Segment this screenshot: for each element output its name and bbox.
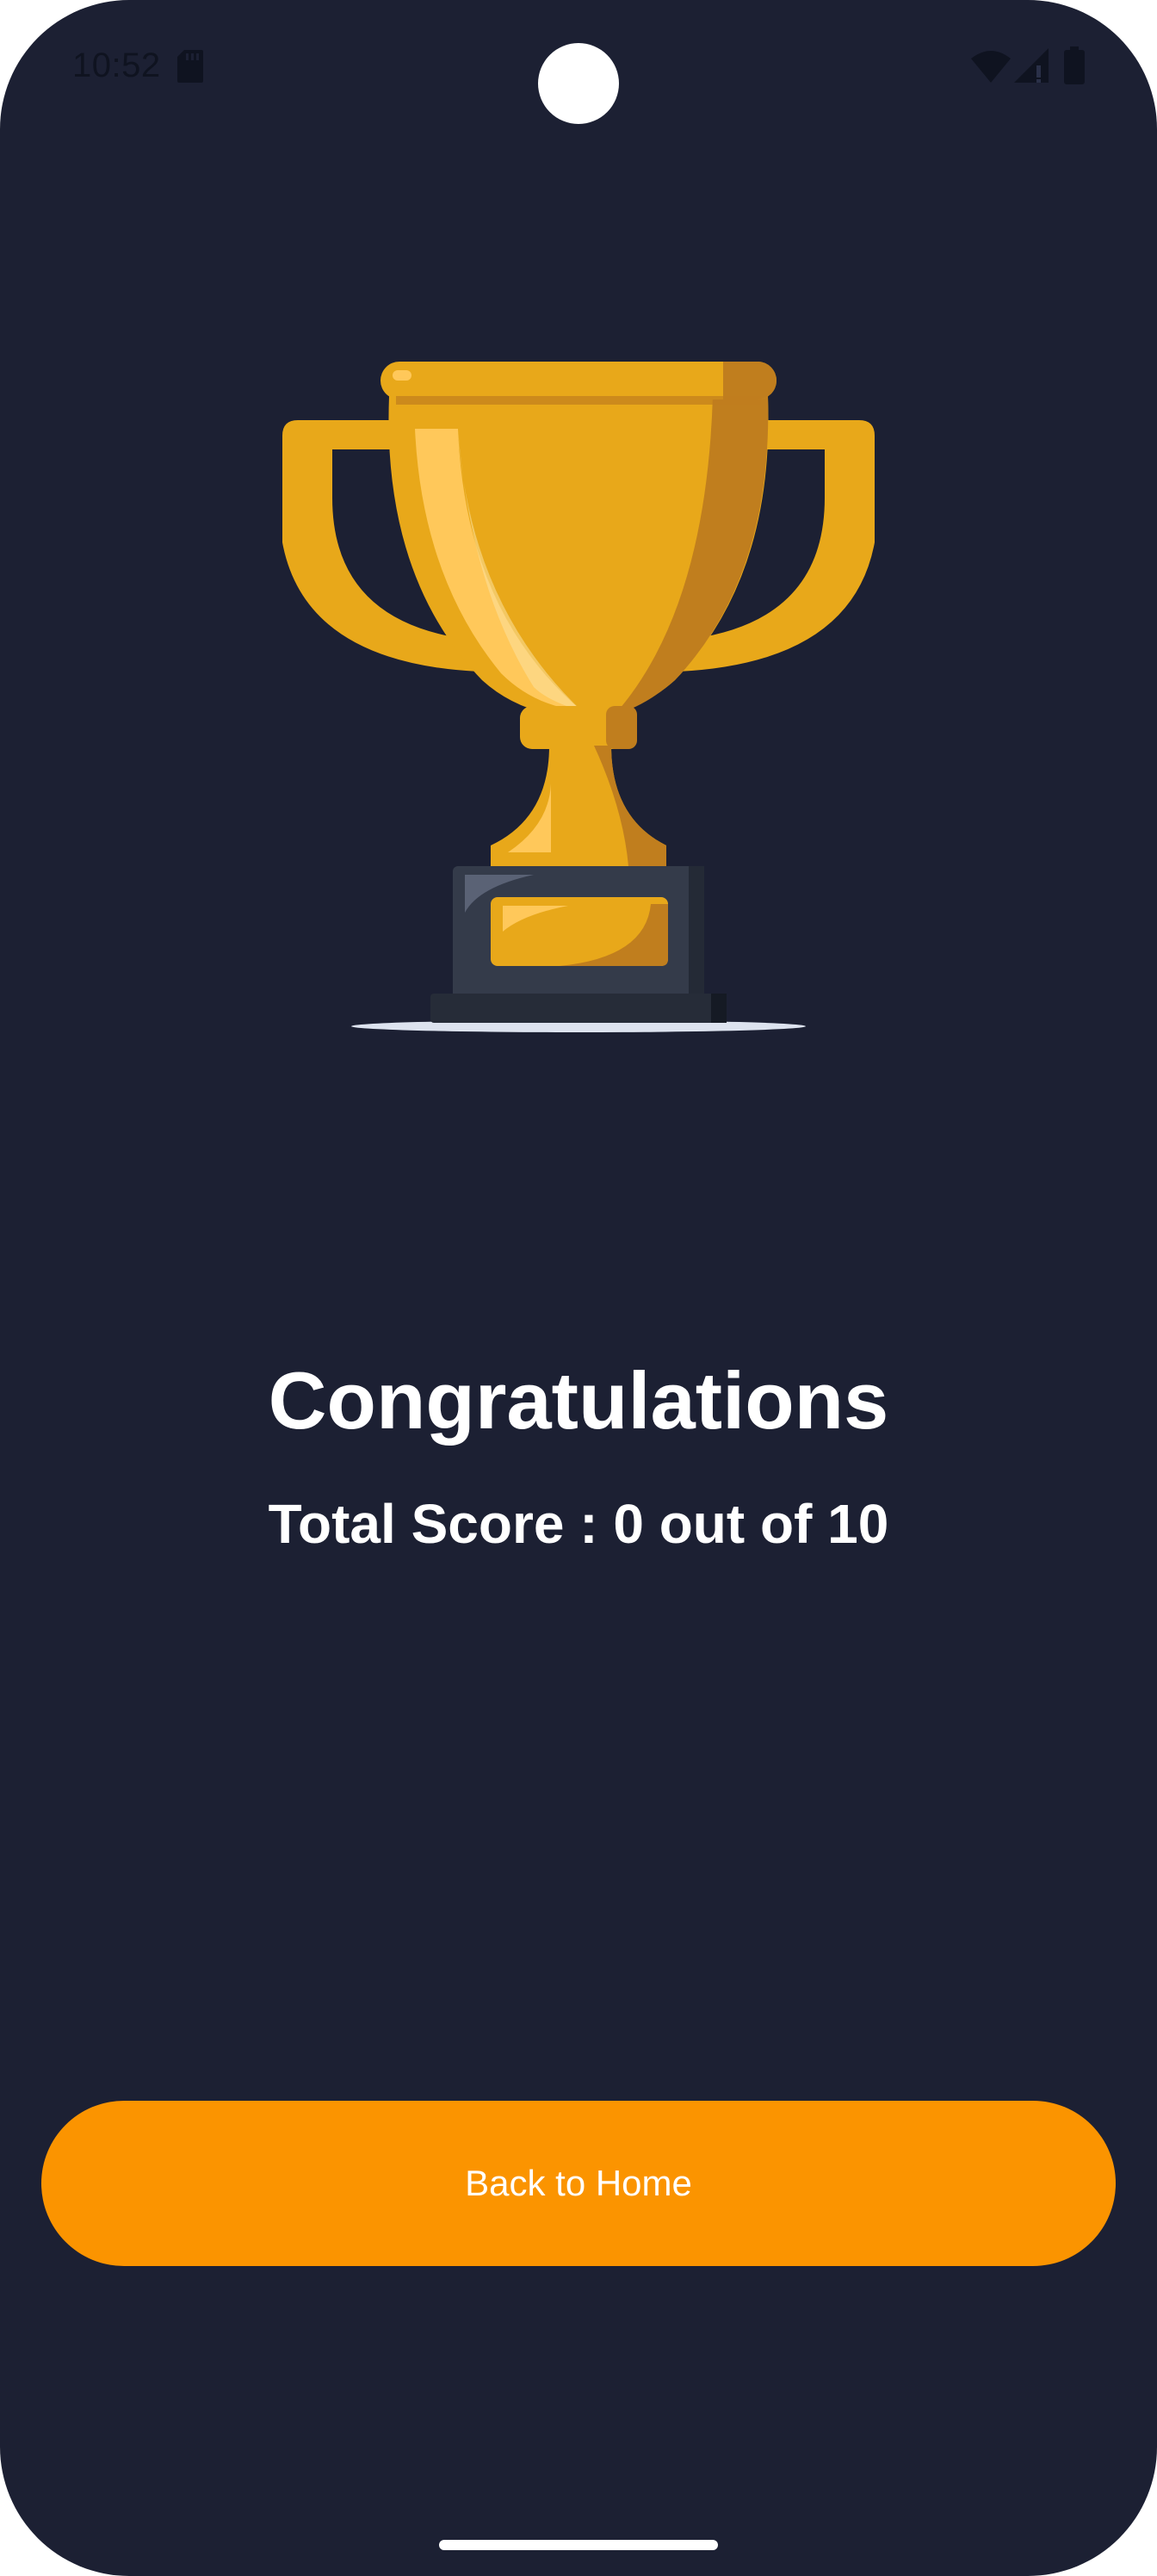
front-camera bbox=[538, 43, 619, 124]
back-to-home-button[interactable]: Back to Home bbox=[41, 2101, 1116, 2266]
result-screen: 10:52 Congratulations Total Score: 0 ou… bbox=[0, 0, 1157, 2576]
wifi-icon bbox=[971, 51, 1011, 83]
home-indicator-bar[interactable] bbox=[439, 2540, 718, 2550]
total-score-text: Total Score : 0 out of 10 bbox=[268, 1493, 889, 1555]
cell-signal-icon bbox=[1014, 48, 1049, 83]
status-time: 10:52 bbox=[72, 46, 161, 84]
status-bar: 10:52 bbox=[0, 0, 1157, 129]
battery-icon bbox=[1064, 46, 1085, 84]
trophy-icon bbox=[282, 362, 875, 1032]
sd-card-icon bbox=[177, 50, 203, 83]
congratulations-title: Congratulations bbox=[268, 1355, 889, 1446]
